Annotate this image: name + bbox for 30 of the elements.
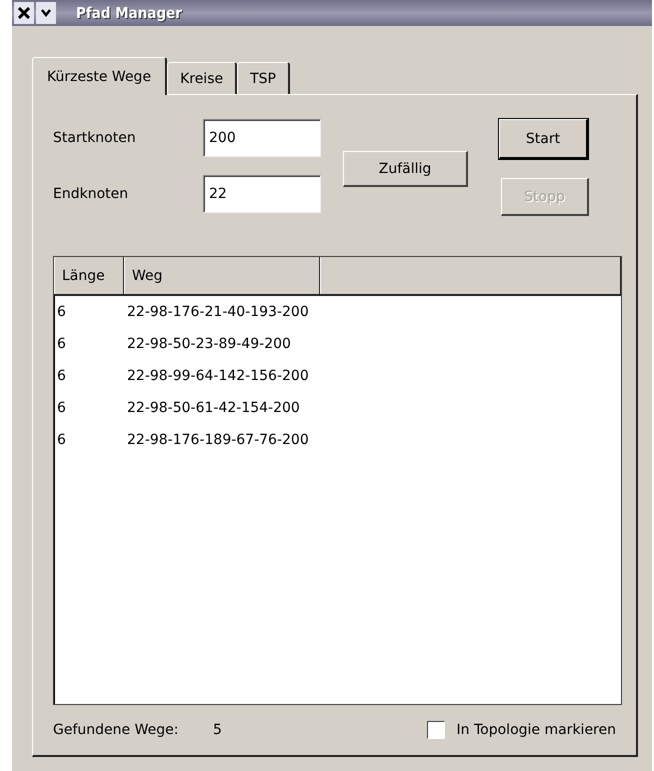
window-title: Pfad Manager (76, 4, 182, 22)
table-cell-text: 6 (56, 432, 67, 448)
field-label: Startknoten (53, 130, 137, 146)
checkbox[interactable] (426, 721, 445, 739)
tab[interactable]: Kürzeste Wege (32, 57, 168, 95)
tab[interactable]: Kreise (167, 62, 238, 94)
table-cell-text: 22-98-99-64-142-156-200 (126, 368, 310, 384)
table-cell-text: 22-98-50-61-42-154-200 (126, 400, 301, 416)
table-cell-text: 6 (56, 368, 67, 384)
close-button[interactable] (14, 2, 34, 24)
table-cell-text: 6 (56, 304, 67, 320)
table-cell-text: 6 (56, 336, 67, 352)
table-cell-text: 22-98-50-23-89-49-200 (126, 336, 292, 352)
chevron-down-icon (41, 9, 51, 17)
table-cell-text: 22-98-176-189-67-76-200 (126, 432, 310, 448)
input-field[interactable]: 22 (203, 175, 321, 213)
checkbox-label: In Topologie markieren (456, 722, 616, 738)
column-header[interactable]: Weg (124, 257, 320, 294)
input-field[interactable]: 200 (203, 119, 321, 157)
field-label: Endknoten (53, 186, 130, 202)
tab[interactable]: TSP (237, 62, 290, 94)
found-label: Gefundene Wege: (53, 722, 180, 738)
random-button[interactable]: Zufällig (343, 151, 468, 187)
menu-button[interactable] (36, 2, 56, 24)
close-icon (18, 7, 30, 19)
table-cell-text: 6 (56, 400, 67, 416)
start-button[interactable]: Start (499, 119, 588, 159)
found-count: 5 (213, 722, 222, 738)
column-header[interactable]: Länge (54, 257, 124, 294)
table-cell-text: 22-98-176-21-40-193-200 (126, 304, 310, 320)
